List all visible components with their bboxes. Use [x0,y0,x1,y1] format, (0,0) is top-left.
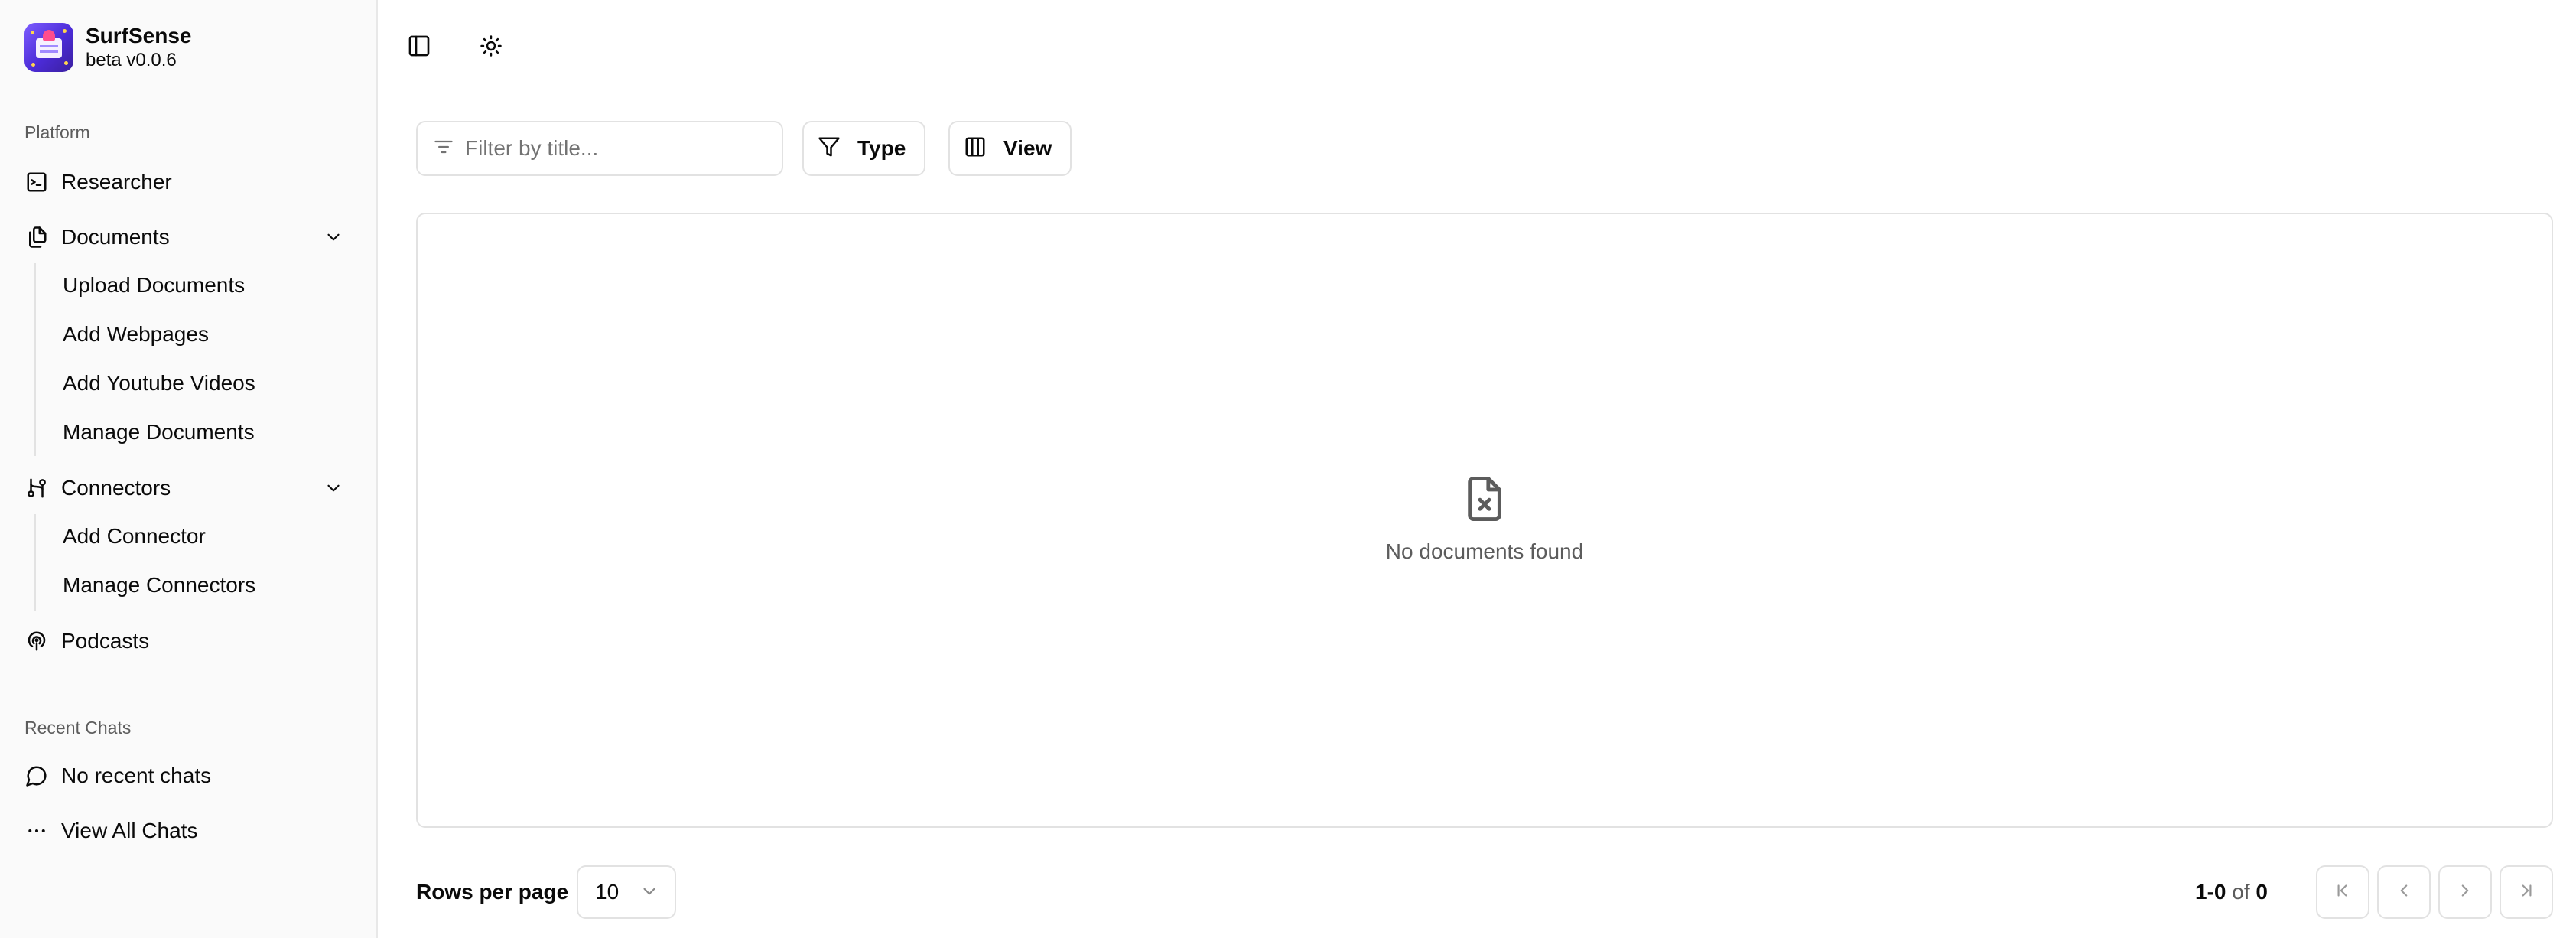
connectors-icon [24,476,49,500]
terminal-icon [24,170,49,194]
sidebar-item-podcasts[interactable]: Podcasts [15,620,352,663]
toggle-sidebar-button[interactable] [398,26,441,69]
rows-per-page-select[interactable]: 10 [577,865,676,919]
sidebar-item-label: Podcasts [61,629,150,653]
submenu-rail [34,514,36,611]
rows-per-page-value: 10 [595,880,620,904]
previous-page-button[interactable] [2377,865,2431,919]
chevron-left-icon [2394,881,2414,904]
main-content: Type View No documents found Rows per pa… [379,0,2576,938]
brand[interactable]: SurfSense beta v0.0.6 [24,23,192,72]
rows-per-page-label: Rows per page [416,880,569,904]
columns-icon [964,135,987,162]
type-filter-label: Type [857,136,906,160]
recent-chat-label: No recent chats [61,764,212,787]
chat-bubble-icon [24,764,49,788]
filter-by-title-input[interactable] [465,136,771,161]
chevrons-first-icon [2333,881,2353,904]
sidebar-item-label: Researcher [61,170,172,194]
pagination-info: 1-0 of 0 [2195,880,2268,904]
documents-table: No documents found [416,213,2553,828]
sidebar-item-connectors[interactable]: Connectors [15,467,352,510]
recent-chat-empty: No recent chats [15,754,352,797]
podcast-icon [24,629,49,653]
sidebar-panel-icon [407,34,431,62]
sidebar-subitem-upload-documents[interactable]: Upload Documents [50,265,245,305]
app-version: beta v0.0.6 [86,50,177,70]
submenu-rail [34,263,36,456]
next-page-button[interactable] [2438,865,2492,919]
chevron-down-icon[interactable] [321,225,346,249]
sidebar: SurfSense beta v0.0.6 Platform Researche… [0,0,378,938]
last-page-button[interactable] [2500,865,2553,919]
recent-chats-label: Recent Chats [24,718,132,738]
pagination-total: 0 [2256,880,2268,904]
file-x-icon [1462,474,1507,527]
type-filter-button[interactable]: Type [802,121,926,176]
sun-icon [480,34,503,61]
app-logo [24,23,73,72]
chevron-right-icon [2455,881,2475,904]
sidebar-subitem-add-connector[interactable]: Add Connector [50,516,206,556]
first-page-button[interactable] [2316,865,2369,919]
sidebar-item-label: Connectors [61,476,171,500]
empty-state-message: No documents found [1385,539,1584,563]
empty-state: No documents found [418,474,2552,564]
chevron-down-icon[interactable] [321,476,346,500]
documents-icon [24,225,49,249]
view-columns-button[interactable]: View [948,121,1072,176]
app-name: SurfSense [86,24,192,47]
sidebar-subitem-add-webpages[interactable]: Add Webpages [50,314,209,354]
pagination-of: of [2232,880,2250,904]
sidebar-subitem-add-youtube-videos[interactable]: Add Youtube Videos [50,363,255,403]
sidebar-item-label: Documents [61,225,170,249]
platform-group-label: Platform [24,122,90,142]
pagination-range: 1-0 [2195,880,2226,904]
sidebar-subitem-manage-connectors[interactable]: Manage Connectors [50,565,255,605]
sidebar-item-researcher[interactable]: Researcher [15,161,352,204]
sidebar-subitem-manage-documents[interactable]: Manage Documents [50,412,255,452]
chevrons-last-icon [2516,881,2536,904]
theme-toggle-button[interactable] [470,26,512,69]
view-all-chats-link[interactable]: View All Chats [15,809,352,852]
funnel-icon [818,135,841,162]
filter-lines-icon [433,136,454,161]
sidebar-item-documents[interactable]: Documents [15,216,352,259]
view-columns-label: View [1003,136,1052,160]
chevron-down-icon [639,881,659,907]
view-all-chats-label: View All Chats [61,819,198,842]
more-horizontal-icon [24,819,49,843]
filter-by-title-field[interactable] [416,121,783,176]
